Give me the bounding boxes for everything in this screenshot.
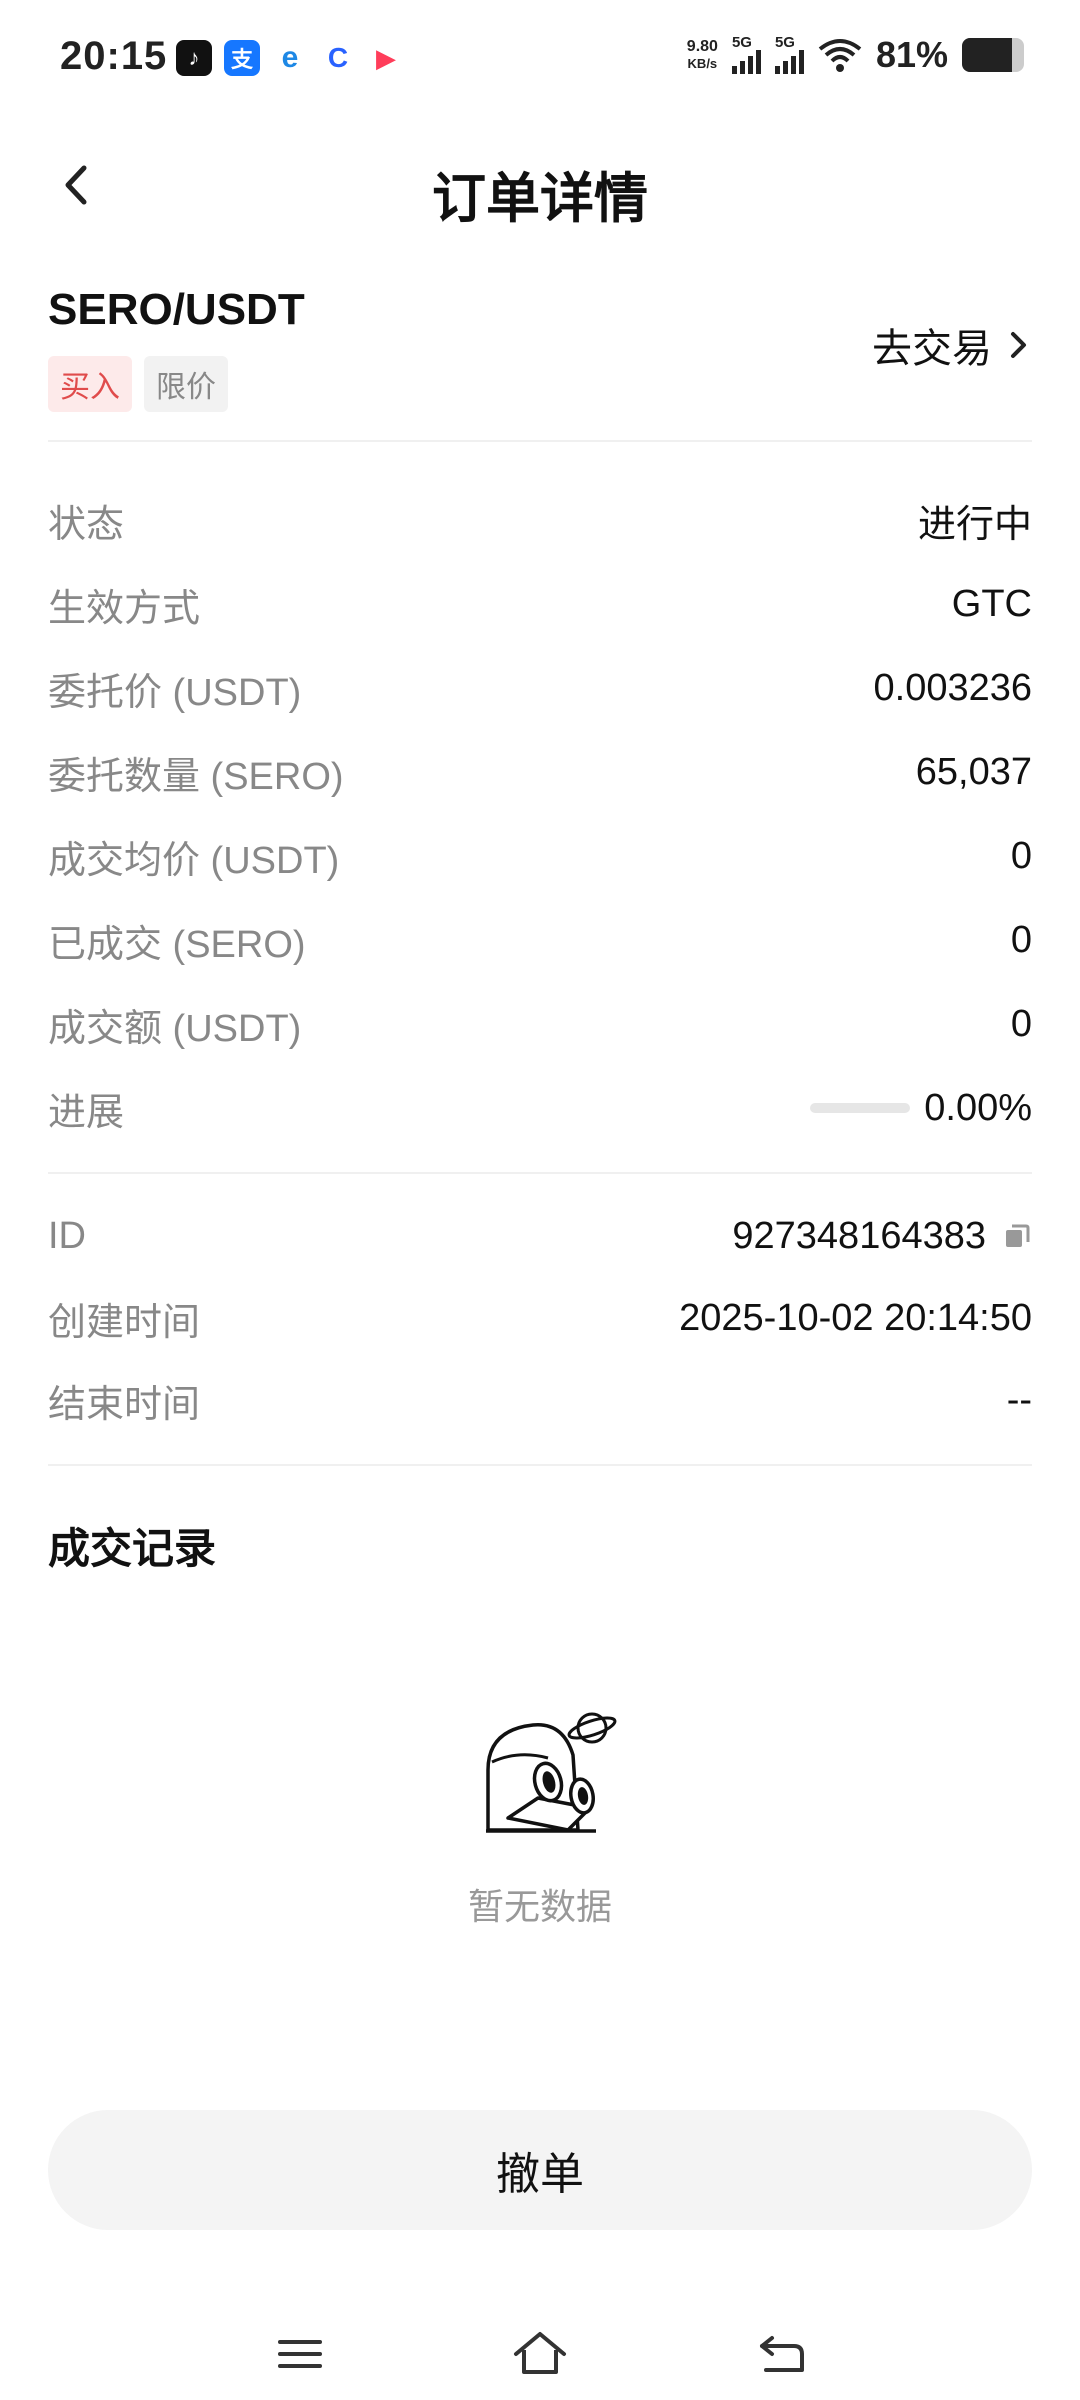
detail-row-time-in-force: 生效方式 GTC bbox=[48, 574, 1032, 634]
meta-value: -- bbox=[1006, 1378, 1032, 1421]
detail-row-turnover: 成交额 (USDT) 0 bbox=[48, 994, 1032, 1054]
progress-indicator: 0.00% bbox=[810, 1087, 1032, 1130]
detail-row-order-price: 委托价 (USDT) 0.003236 bbox=[48, 658, 1032, 718]
alipay-icon: 支 bbox=[224, 40, 260, 76]
meta-value: 2025-10-02 20:14:50 bbox=[679, 1296, 1032, 1339]
page-title: 订单详情 bbox=[432, 169, 648, 229]
divider bbox=[48, 440, 1032, 442]
meta-row-ended: 结束时间 -- bbox=[48, 1370, 1032, 1430]
order-type-tag: 限价 bbox=[144, 356, 228, 412]
net-speed-value: 9.80 bbox=[686, 38, 718, 55]
detail-label: 委托数量 (SERO) bbox=[48, 755, 344, 798]
page-header: 订单详情 bbox=[0, 130, 1080, 240]
empty-state-text: 暂无数据 bbox=[467, 1886, 612, 1927]
meta-row-id: ID 927348164383 bbox=[48, 1206, 1032, 1266]
sim2-label: 5G bbox=[774, 34, 795, 51]
chevron-right-icon bbox=[1011, 332, 1026, 358]
detail-row-status: 状态 进行中 bbox=[48, 490, 1032, 550]
divider bbox=[48, 1464, 1032, 1466]
order-id-group: 927348164383 bbox=[732, 1215, 1032, 1258]
wifi-icon bbox=[818, 39, 862, 72]
detail-label: 生效方式 bbox=[48, 587, 201, 630]
edge-browser-icon: e bbox=[272, 40, 308, 76]
status-bar: 20:15 ♪ 支 e C ▶ 9.80 KB/s 5G 5G 81% bbox=[0, 0, 1080, 120]
side-tag: 买入 bbox=[48, 356, 132, 412]
order-tags: 买入 限价 bbox=[48, 356, 228, 412]
go-trade-link[interactable]: 去交易 bbox=[872, 316, 1030, 374]
home-icon[interactable] bbox=[510, 2324, 570, 2384]
battery-icon bbox=[962, 38, 1024, 72]
detail-row-filled: 已成交 (SERO) 0 bbox=[48, 910, 1032, 970]
net-speed-unit: KB/s bbox=[687, 56, 718, 71]
detail-label: 状态 bbox=[48, 503, 125, 546]
trade-history-title: 成交记录 bbox=[48, 1525, 217, 1572]
meta-label: 结束时间 bbox=[48, 1383, 201, 1426]
status-time: 20:15 bbox=[60, 34, 168, 78]
progress-label: 进展 bbox=[48, 1091, 125, 1134]
status-app-icons: ♪ 支 e C ▶ bbox=[176, 40, 404, 76]
detail-value: 0 bbox=[1010, 918, 1032, 961]
detail-row-avg-price: 成交均价 (USDT) 0 bbox=[48, 826, 1032, 886]
system-nav-bar bbox=[0, 2300, 1080, 2400]
signal-sim2-icon: 5G bbox=[774, 34, 804, 74]
detail-value: 0 bbox=[1010, 834, 1032, 877]
divider bbox=[48, 1172, 1032, 1174]
detail-label: 委托价 (USDT) bbox=[48, 671, 302, 714]
back-nav-icon[interactable] bbox=[752, 2324, 812, 2384]
tiktok-icon: ♪ bbox=[176, 40, 212, 76]
detail-label: 成交均价 (USDT) bbox=[48, 839, 340, 882]
order-id-value: 927348164383 bbox=[732, 1214, 986, 1257]
progress-value: 0.00% bbox=[924, 1086, 1032, 1129]
detail-value: 0 bbox=[1010, 1002, 1032, 1045]
empty-binoculars-illustration bbox=[486, 1712, 617, 1833]
progress-bar bbox=[810, 1103, 911, 1113]
sim1-label: 5G bbox=[731, 34, 752, 51]
detail-row-order-amount: 委托数量 (SERO) 65,037 bbox=[48, 742, 1032, 802]
detail-value: 0.003236 bbox=[873, 666, 1033, 709]
signal-sim1-icon: 5G bbox=[731, 34, 761, 74]
battery-percent: 81% bbox=[875, 34, 948, 75]
detail-value: GTC bbox=[951, 582, 1032, 625]
net-speed: 9.80 KB/s bbox=[687, 38, 718, 72]
baidu-map-icon: C bbox=[320, 40, 356, 76]
video-app-icon: ▶ bbox=[368, 40, 404, 76]
detail-label: 已成交 (SERO) bbox=[48, 923, 306, 966]
go-trade-label: 去交易 bbox=[872, 327, 992, 371]
cancel-order-button[interactable]: 撤单 bbox=[48, 2110, 1032, 2230]
menu-icon[interactable] bbox=[270, 2324, 330, 2384]
meta-label: 创建时间 bbox=[48, 1301, 201, 1344]
meta-row-created: 创建时间 2025-10-02 20:14:50 bbox=[48, 1288, 1032, 1348]
detail-label: 成交额 (USDT) bbox=[48, 1007, 302, 1050]
copy-icon[interactable] bbox=[1002, 1221, 1032, 1251]
detail-value: 65,037 bbox=[915, 750, 1032, 793]
detail-value: 进行中 bbox=[917, 503, 1032, 546]
meta-label: ID bbox=[48, 1214, 86, 1257]
detail-row-progress: 进展 0.00% bbox=[48, 1078, 1032, 1138]
trading-pair: SERO/USDT bbox=[48, 285, 305, 334]
status-indicators: 9.80 KB/s 5G 5G 81% bbox=[687, 34, 1024, 76]
